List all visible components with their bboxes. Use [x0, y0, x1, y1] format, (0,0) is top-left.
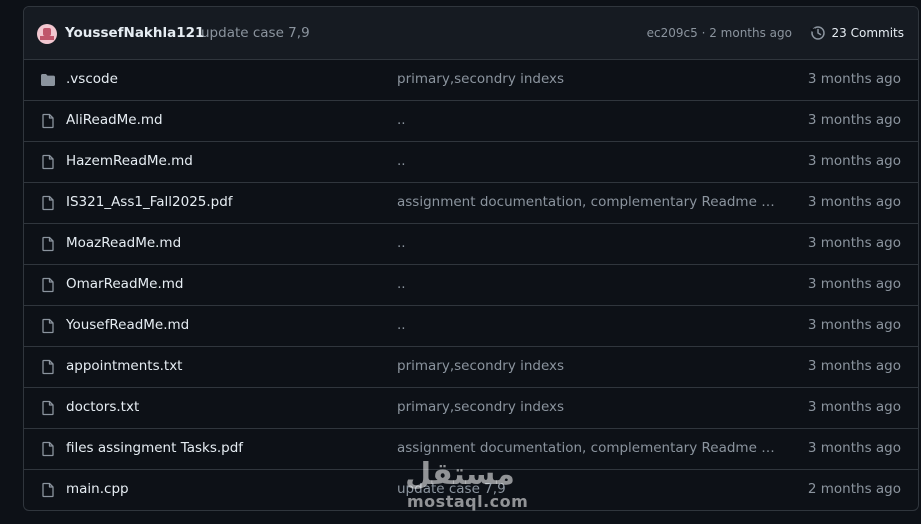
- file-icon: [40, 236, 56, 252]
- file-commit-time: 3 months ago: [807, 276, 901, 292]
- file-commit-message-link[interactable]: assignment documentation, complementary …: [397, 194, 777, 210]
- file-commit-message-link[interactable]: ..: [397, 235, 777, 251]
- file-commit-time: 3 months ago: [807, 235, 901, 251]
- file-commit-message-link[interactable]: ..: [397, 153, 777, 169]
- file-row[interactable]: IS321_Ass1_Fall2025.pdf assignment docume…: [24, 183, 918, 224]
- file-icon: [40, 318, 56, 334]
- file-icon: [40, 154, 56, 170]
- file-commit-time: 3 months ago: [807, 358, 901, 374]
- commits-count-label: 23 Commits: [831, 26, 904, 40]
- file-row[interactable]: HazemReadMe.md.. 3 months ago: [24, 142, 918, 183]
- file-commit-time: 3 months ago: [807, 153, 901, 169]
- file-commit-time: 3 months ago: [807, 440, 901, 456]
- folder-icon: [40, 72, 56, 88]
- file-commit-time: 3 months ago: [807, 317, 901, 333]
- file-icon: [40, 113, 56, 129]
- file-commit-time: 3 months ago: [807, 194, 901, 210]
- file-icon: [40, 277, 56, 293]
- file-icon: [40, 441, 56, 457]
- file-commit-time: 2 months ago: [807, 481, 901, 497]
- file-list: .vscode primary,secondry indexs 3 months a…: [24, 60, 918, 510]
- file-row[interactable]: AliReadMe.md.. 3 months ago: [24, 101, 918, 142]
- file-row[interactable]: appointments.txt primary,secondry indexs 3…: [24, 347, 918, 388]
- file-row[interactable]: YousefReadMe.md.. 3 months ago: [24, 306, 918, 347]
- file-row[interactable]: main.cpp update case 7,9 2 months ago: [24, 470, 918, 510]
- file-commit-message-link[interactable]: primary,secondry indexs: [397, 71, 777, 87]
- file-name-link[interactable]: AliReadMe.md: [66, 112, 163, 128]
- author-avatar[interactable]: [37, 24, 57, 44]
- file-commit-message-link[interactable]: assignment documentation, complementary …: [397, 440, 777, 456]
- file-name-link[interactable]: doctors.txt: [66, 399, 139, 415]
- file-commit-message-link[interactable]: update case 7,9: [397, 481, 777, 497]
- file-commit-message-link[interactable]: primary,secondry indexs: [397, 358, 777, 374]
- file-icon: [40, 400, 56, 416]
- file-row[interactable]: .vscode primary,secondry indexs 3 months a…: [24, 60, 918, 101]
- file-row[interactable]: MoazReadMe.md.. 3 months ago: [24, 224, 918, 265]
- file-commit-time: 3 months ago: [807, 71, 901, 87]
- file-icon: [40, 359, 56, 375]
- commit-message-link[interactable]: update case 7,9: [201, 25, 310, 41]
- file-icon: [40, 195, 56, 211]
- file-commit-time: 3 months ago: [807, 112, 901, 128]
- file-name-link[interactable]: MoazReadMe.md: [66, 235, 181, 251]
- file-name-link[interactable]: .vscode: [66, 71, 118, 87]
- commit-author-link[interactable]: YoussefNakhla121: [65, 25, 204, 41]
- commit-hash-and-time[interactable]: ec209c5 · 2 months ago: [647, 26, 792, 40]
- file-name-link[interactable]: main.cpp: [66, 481, 129, 497]
- file-name-link[interactable]: files assingment Tasks.pdf: [66, 440, 243, 456]
- file-name-link[interactable]: HazemReadMe.md: [66, 153, 193, 169]
- file-browser: YoussefNakhla121 update case 7,9 ec209c5…: [23, 6, 919, 511]
- commits-history-link[interactable]: 23 Commits: [809, 25, 904, 41]
- file-row[interactable]: files assingment Tasks.pdf assignment doc…: [24, 429, 918, 470]
- history-icon: [809, 25, 826, 41]
- file-commit-time: 3 months ago: [807, 399, 901, 415]
- file-commit-message-link[interactable]: primary,secondry indexs: [397, 399, 777, 415]
- latest-commit-header: YoussefNakhla121 update case 7,9 ec209c5…: [24, 7, 918, 60]
- file-commit-message-link[interactable]: ..: [397, 276, 777, 292]
- file-name-link[interactable]: OmarReadMe.md: [66, 276, 184, 292]
- file-name-link[interactable]: YousefReadMe.md: [66, 317, 189, 333]
- file-commit-message-link[interactable]: ..: [397, 317, 777, 333]
- file-row[interactable]: doctors.txt primary,secondry indexs 3 mont…: [24, 388, 918, 429]
- file-name-link[interactable]: IS321_Ass1_Fall2025.pdf: [66, 194, 233, 210]
- file-icon: [40, 482, 56, 498]
- file-name-link[interactable]: appointments.txt: [66, 358, 182, 374]
- file-commit-message-link[interactable]: ..: [397, 112, 777, 128]
- file-row[interactable]: OmarReadMe.md.. 3 months ago: [24, 265, 918, 306]
